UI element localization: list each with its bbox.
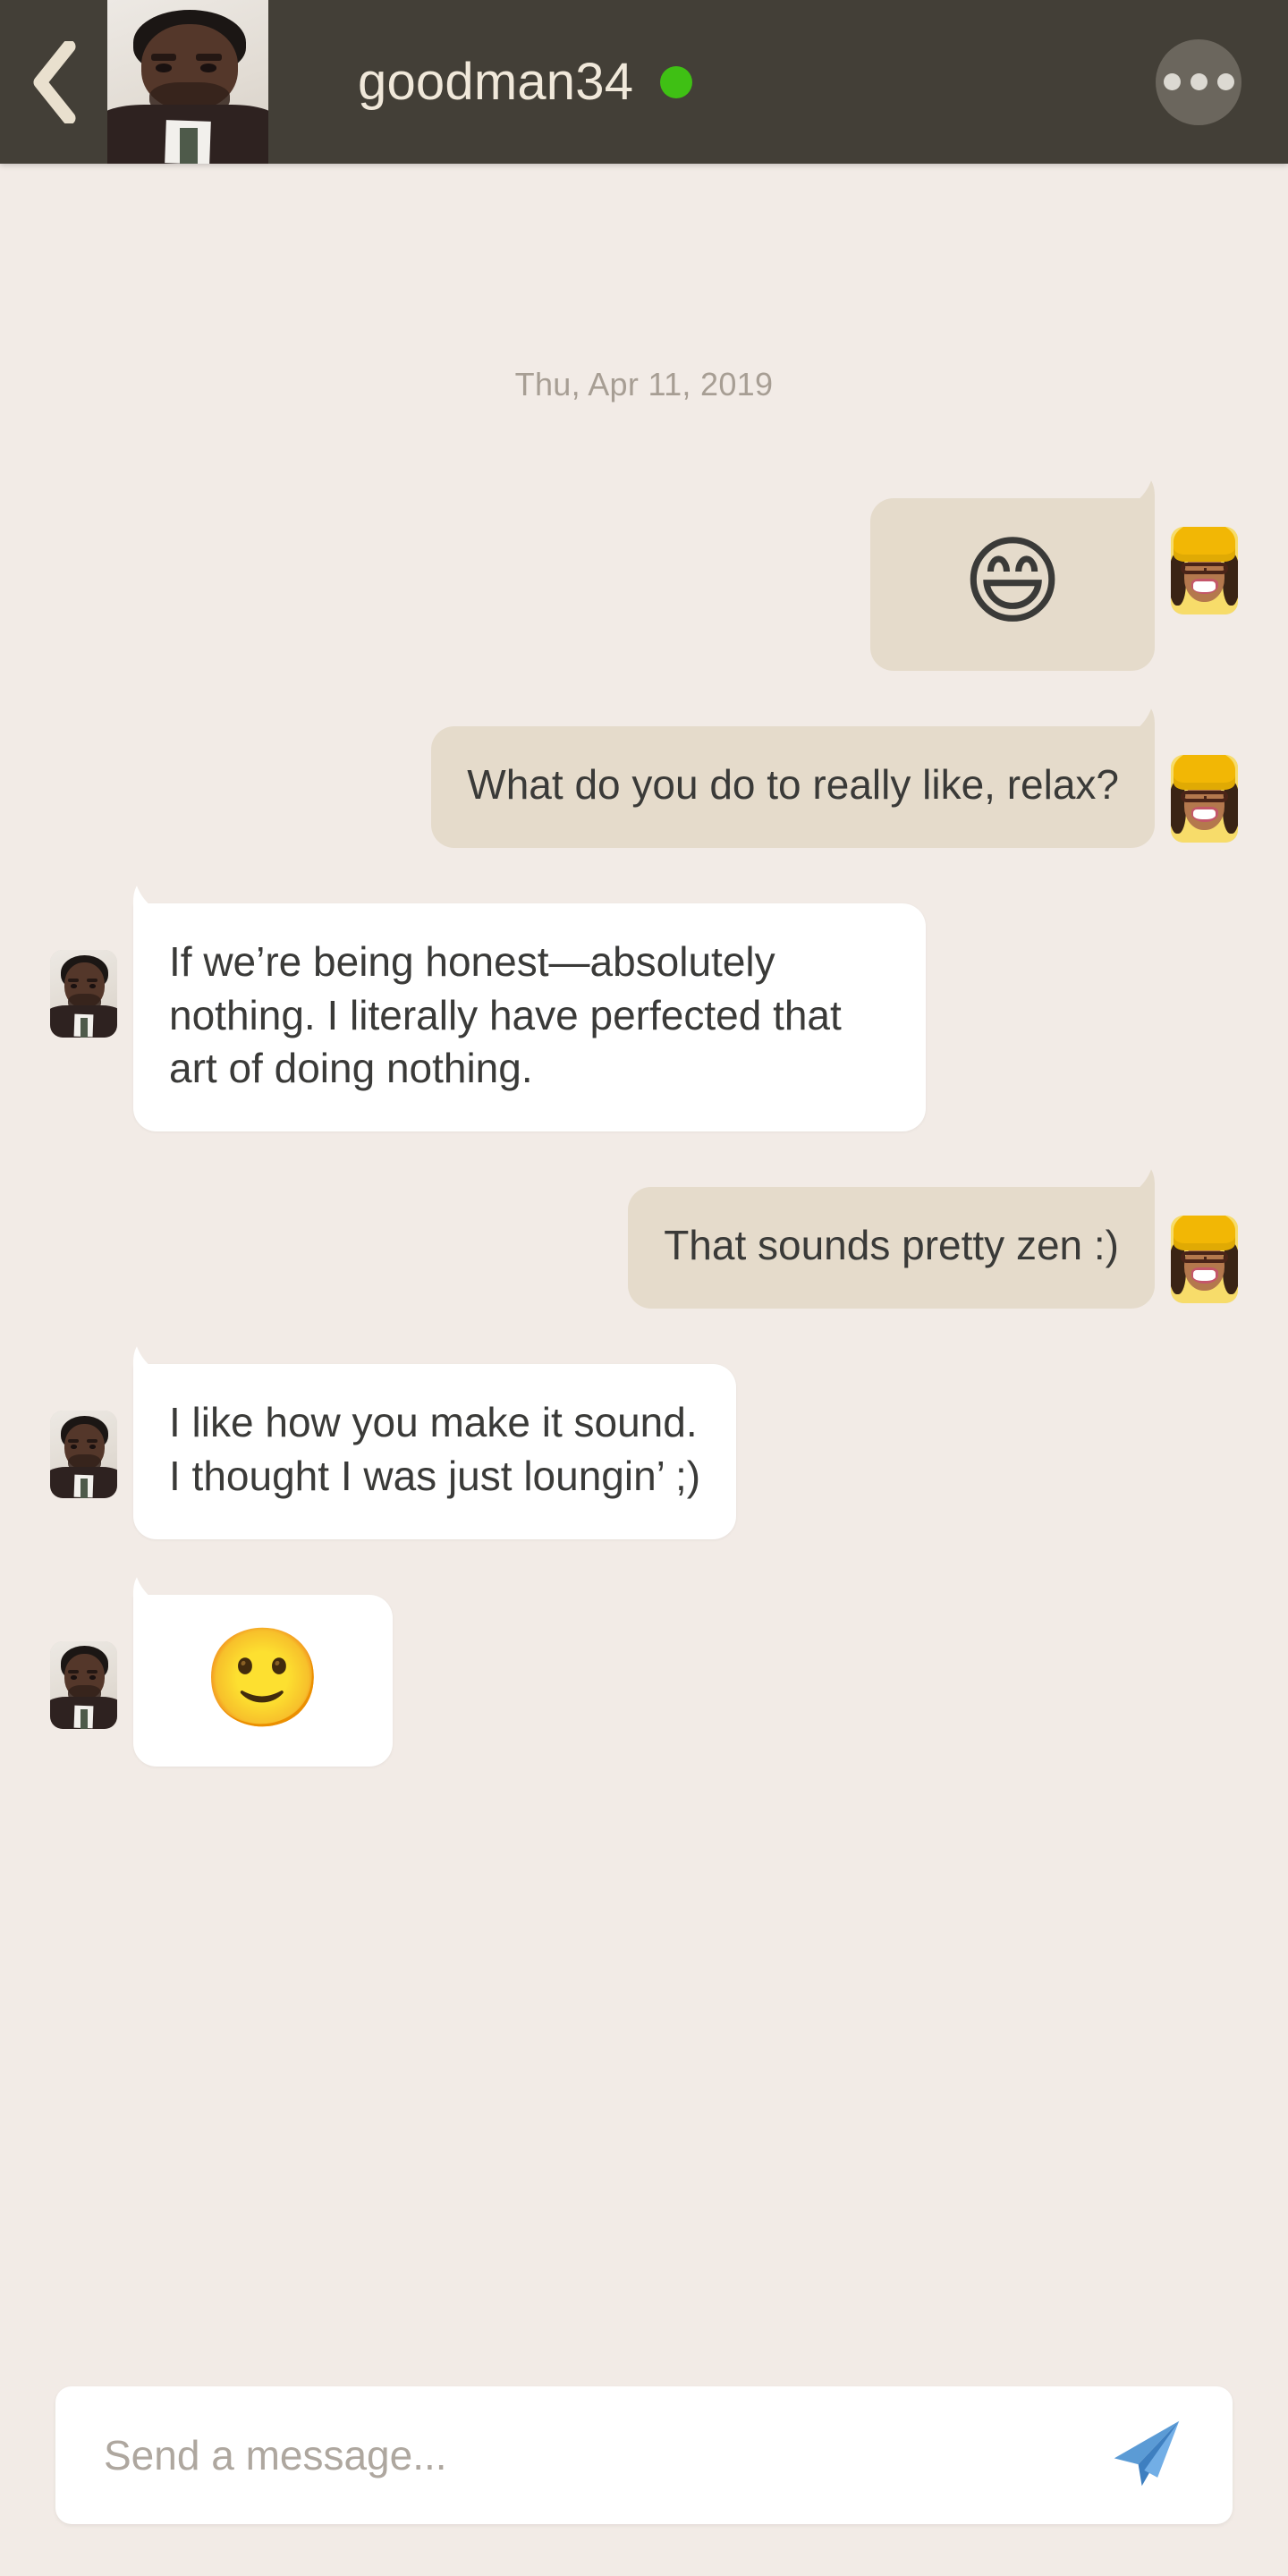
online-status-indicator [660,65,693,98]
message-row: That sounds pretty zen :) [50,1187,1238,1309]
message-text: 😄 [962,526,1063,638]
message-row: 😄 [50,498,1238,671]
message-text: 🙂 [202,1622,324,1734]
message-text: That sounds pretty zen :) [664,1222,1119,1269]
avatar[interactable] [50,1640,117,1729]
contact-photo-man [107,0,268,164]
more-options-icon-dot2 [1190,73,1208,90]
message-row: 🙂 [50,1594,1238,1767]
user-photo-woman [1171,1216,1238,1304]
send-button[interactable] [1100,2409,1193,2502]
chat-screen: goodman34 Thu, Apr 11, 2019 😄 What do yo… [0,0,1288,2576]
more-options-icon-dot3 [1216,73,1234,90]
chevron-left-icon [30,40,78,123]
message-bubble-incoming[interactable]: I like how you make it sound. I thought … [133,1363,737,1539]
message-bubble-outgoing[interactable]: 😄 [870,498,1155,671]
message-bubble-outgoing[interactable]: That sounds pretty zen :) [628,1187,1155,1309]
message-row: I like how you make it sound. I thought … [50,1363,1238,1539]
page-title: goodman34 [358,53,634,111]
avatar[interactable] [50,949,117,1038]
message-row: What do you do to really like, relax? [50,725,1238,848]
composer-box[interactable] [55,2386,1233,2524]
message-bubble-incoming[interactable]: 🙂 [133,1594,393,1767]
message-list[interactable]: Thu, Apr 11, 2019 😄 What do you do to re… [0,164,1288,2386]
more-options-button[interactable] [1156,38,1241,125]
message-composer [0,2386,1288,2576]
user-photo-woman [1171,754,1238,843]
message-row: If we’re being honest—absolutely nothing… [50,902,1238,1132]
message-bubble-incoming[interactable]: If we’re being honest—absolutely nothing… [133,902,926,1132]
avatar[interactable] [1171,527,1238,614]
chat-header: goodman34 [0,0,1288,164]
message-text: What do you do to really like, relax? [467,760,1119,808]
message-bubble-outgoing[interactable]: What do you do to really like, relax? [431,725,1155,848]
more-options-icon [1163,73,1181,90]
send-paper-plane-icon [1108,2415,1185,2496]
contact-photo-man [50,1640,117,1729]
message-text: I like how you make it sound. I thought … [169,1398,701,1499]
avatar[interactable] [1171,754,1238,843]
contact-photo-man [50,949,117,1038]
avatar[interactable] [50,1410,117,1498]
message-text: If we’re being honest—absolutely nothing… [169,937,842,1092]
user-photo-woman [1171,527,1238,614]
message-input[interactable] [104,2431,1100,2479]
date-separator: Thu, Apr 11, 2019 [514,366,774,402]
header-contact-avatar[interactable] [107,0,268,164]
header-title-group[interactable]: goodman34 [268,52,1156,112]
contact-photo-man [50,1410,117,1498]
back-button[interactable] [0,0,107,164]
avatar[interactable] [1171,1216,1238,1304]
